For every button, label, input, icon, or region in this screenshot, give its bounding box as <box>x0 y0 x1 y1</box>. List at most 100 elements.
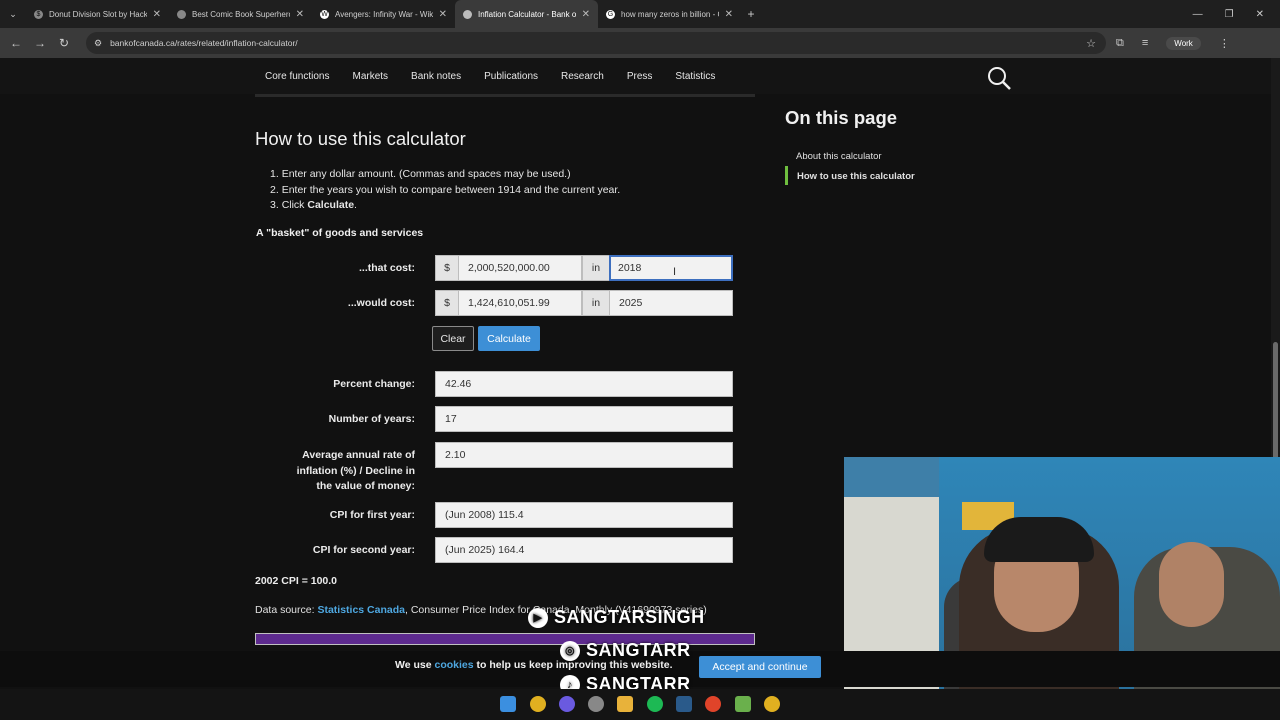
tab-title: Avengers: Infinity War - Wikipe <box>335 9 433 19</box>
would-cost-label: ...would cost: <box>347 297 415 309</box>
window-close-icon[interactable]: ✕ <box>1256 9 1264 20</box>
reload-icon[interactable]: ↻ <box>52 36 76 50</box>
nav-link-press[interactable]: Press <box>627 71 653 82</box>
step-text: Click <box>281 199 308 211</box>
settings-icon[interactable] <box>588 696 604 712</box>
browser-tab-active[interactable]: Inflation Calculator - Bank of Ca ✕ <box>455 0 598 28</box>
tab-favicon-icon: $ <box>34 9 43 19</box>
close-icon[interactable]: ✕ <box>439 9 447 20</box>
accept-cookies-button[interactable]: Accept and continue <box>699 656 821 678</box>
cpi-first-year-label: CPI for first year: <box>329 509 415 521</box>
percent-change-label: Percent change: <box>333 378 415 390</box>
close-icon[interactable]: ✕ <box>582 9 590 20</box>
address-bar-row: ← → ↻ ⚙ bankofcanada.ca/rates/related/in… <box>0 28 1280 58</box>
site-navigation: Core functions Markets Bank notes Public… <box>0 58 1280 94</box>
currency-addon: $ <box>435 290 459 316</box>
calculate-button[interactable]: Calculate <box>478 326 540 351</box>
list-item: 2. Enter the years you wish to compare b… <box>270 183 621 196</box>
site-info-icon[interactable]: ⚙ <box>94 38 102 49</box>
sidebar-item-how-to-use[interactable]: How to use this calculator <box>797 171 915 182</box>
would-cost-amount-output[interactable]: 1,424,610,051.99 <box>458 290 582 316</box>
average-rate-output: 2.10 <box>435 442 733 468</box>
browser-tab[interactable]: $ Donut Division Slot by Hacksaw ✕ <box>26 0 169 28</box>
tab-title: Inflation Calculator - Bank of Ca <box>478 9 576 19</box>
end-year-input[interactable]: 2025 <box>609 290 733 316</box>
that-cost-amount-input[interactable]: 2,000,520,000.00 <box>458 255 582 281</box>
start-year-input[interactable]: 2018 <box>609 255 733 281</box>
media-icon[interactable]: ≡ <box>1142 37 1148 49</box>
folder-icon[interactable] <box>617 696 633 712</box>
app-icon[interactable] <box>735 696 751 712</box>
cpi-base-note: 2002 CPI = 100.0 <box>255 575 338 587</box>
average-rate-label: Average annual rate of inflation (%) / D… <box>265 448 415 495</box>
clear-button[interactable]: Clear <box>432 326 474 351</box>
tab-favicon-icon <box>463 9 472 19</box>
browser-tab[interactable]: G how many zeros in billion - Goo ✕ <box>598 0 741 28</box>
profile-button[interactable]: Work <box>1166 36 1201 50</box>
nav-link-markets[interactable]: Markets <box>352 71 388 82</box>
browser-tab[interactable]: Best Comic Book Superhero Mo ✕ <box>169 0 312 28</box>
forward-icon[interactable]: → <box>28 36 52 50</box>
bookmark-star-icon[interactable]: ☆ <box>1086 37 1096 50</box>
play-icon: ▶ <box>528 607 548 628</box>
in-addon: in <box>582 255 610 281</box>
chrome-icon[interactable] <box>764 696 780 712</box>
taskbar <box>0 689 1280 720</box>
url-field[interactable]: ⚙ bankofcanada.ca/rates/related/inflatio… <box>86 32 1106 54</box>
search-icon[interactable] <box>986 65 1012 91</box>
label-line: inflation (%) / Decline in <box>296 464 415 477</box>
close-icon[interactable]: ✕ <box>296 9 304 20</box>
number-of-years-label: Number of years: <box>328 413 415 425</box>
steam-icon[interactable] <box>676 696 692 712</box>
windows-start-icon[interactable] <box>500 696 516 712</box>
restore-icon[interactable]: ❐ <box>1225 9 1234 20</box>
minimize-icon[interactable]: — <box>1193 9 1203 20</box>
browser-tab[interactable]: W Avengers: Infinity War - Wikipe ✕ <box>312 0 455 28</box>
cpi-second-year-output: (Jun 2025) 164.4 <box>435 537 733 563</box>
sidebar-heading: On this page <box>785 107 898 128</box>
extensions-icon[interactable]: ⧉ <box>1116 37 1124 50</box>
url-text: bankofcanada.ca/rates/related/inflation-… <box>110 38 298 48</box>
statistics-canada-link[interactable]: Statistics Canada <box>317 604 405 616</box>
discord-icon[interactable] <box>559 696 575 712</box>
browser-tab-bar: ⌄ $ Donut Division Slot by Hacksaw ✕ Bes… <box>0 0 1280 28</box>
in-addon: in <box>582 290 610 316</box>
cookies-link[interactable]: cookies <box>435 659 474 671</box>
nav-link-core-functions[interactable]: Core functions <box>265 71 329 82</box>
sidebar-item-about[interactable]: About this calculator <box>796 151 882 162</box>
close-icon[interactable]: ✕ <box>153 9 161 20</box>
close-icon[interactable]: ✕ <box>725 9 733 20</box>
nav-link-bank-notes[interactable]: Bank notes <box>411 71 461 82</box>
wikipedia-icon: W <box>320 9 329 19</box>
list-item: 1. Enter any dollar amount. (Commas and … <box>270 168 571 180</box>
nav-link-publications[interactable]: Publications <box>484 71 538 82</box>
list-item: 3. Click Calculate. <box>270 199 357 211</box>
tab-title: Donut Division Slot by Hacksaw <box>49 9 147 19</box>
tab-list-icon[interactable]: ⌄ <box>0 9 26 20</box>
step-text: . <box>354 199 357 211</box>
basket-label: A "basket" of goods and services <box>256 227 424 239</box>
webcam-person-hat <box>984 517 1094 562</box>
spotify-icon[interactable] <box>647 696 663 712</box>
tab-title: Best Comic Book Superhero Mo <box>192 9 290 19</box>
app-icon[interactable] <box>705 696 721 712</box>
instagram-icon: ◎ <box>560 640 580 661</box>
active-marker <box>785 166 788 185</box>
watermark-text: SANGTARSINGH <box>554 607 705 627</box>
nav-link-research[interactable]: Research <box>561 71 604 82</box>
step-text: Enter any dollar amount. (Commas and spa… <box>281 168 571 180</box>
watermark-text: SANGTARR <box>586 640 691 660</box>
currency-addon: $ <box>435 255 459 281</box>
nav-link-statistics[interactable]: Statistics <box>675 71 715 82</box>
back-icon[interactable]: ← <box>4 36 28 50</box>
label-line: Average annual rate of <box>302 449 415 461</box>
number-of-years-output: 17 <box>435 406 733 432</box>
menu-icon[interactable]: ⋮ <box>1219 37 1230 50</box>
cookie-text: We use <box>395 659 435 671</box>
cpi-second-year-label: CPI for second year: <box>312 544 415 556</box>
google-icon: G <box>606 9 615 19</box>
new-tab-icon[interactable]: + <box>741 7 761 21</box>
chrome-icon[interactable] <box>530 696 546 712</box>
step-text: Enter the years you wish to compare betw… <box>281 183 621 196</box>
tab-favicon-icon <box>177 9 186 19</box>
